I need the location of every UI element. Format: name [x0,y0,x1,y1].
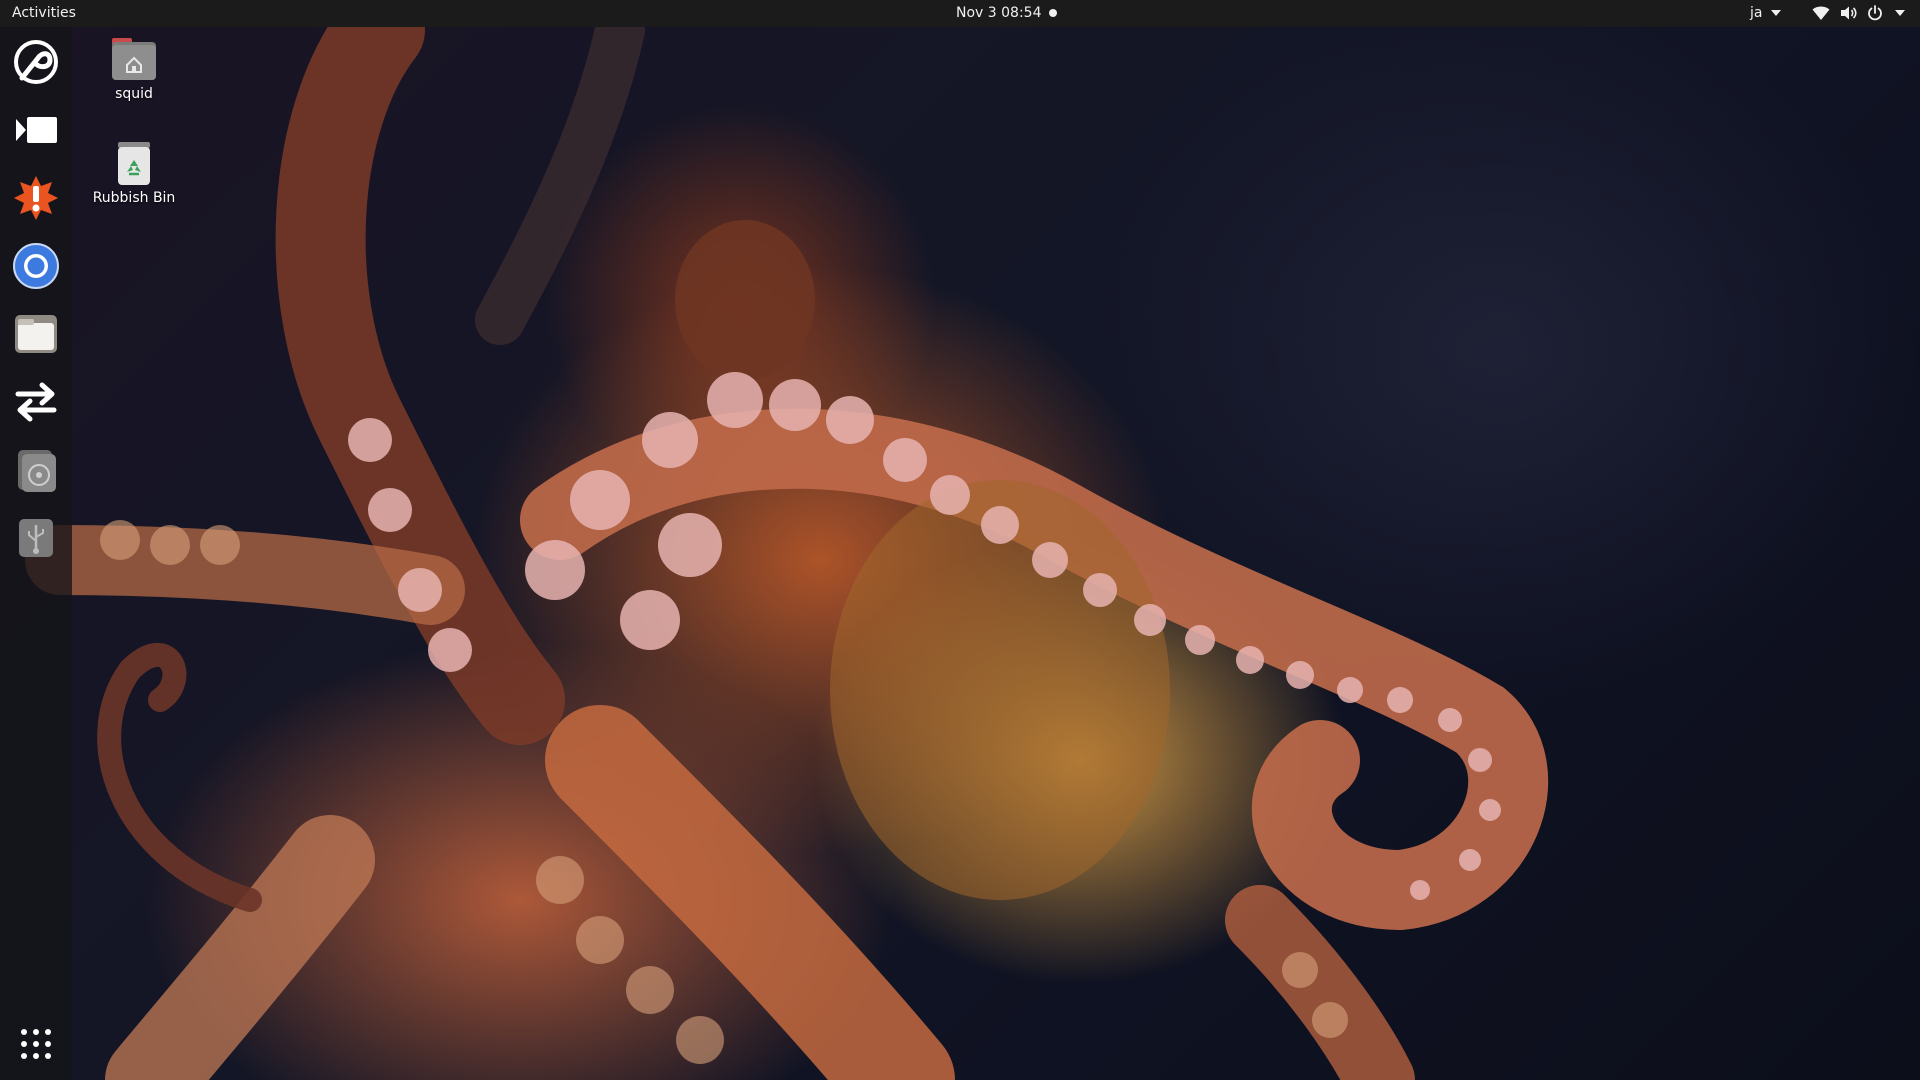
software-updater-alert-icon [14,176,58,220]
dock-item-launcher[interactable] [10,36,62,88]
input-language-indicator[interactable]: ja [1750,5,1762,21]
desktop-icon-label: squid [115,86,153,102]
optical-drive-icon [18,450,56,492]
show-applications-button[interactable] [10,1018,62,1070]
transfer-arrows-icon [15,382,57,422]
volume-icon[interactable] [1840,5,1858,21]
home-folder-icon [112,38,156,80]
input-language-chevron-down-icon[interactable] [1771,10,1781,16]
dock-item-usb-drive[interactable] [10,512,62,564]
files-icon [15,315,57,353]
dock-item-video-player[interactable] [10,104,62,156]
desktop-icon-label: Rubbish Bin [92,190,176,206]
trash-icon [118,142,150,185]
power-icon[interactable] [1867,5,1883,21]
octopus-illustration [25,0,1549,1080]
desktop-screen: Activities Nov 3 08:54 ja squid Rubbish … [0,0,1920,1080]
dock-item-chromium[interactable] [10,240,62,292]
chromium-browser-icon [13,243,59,289]
app-launcher-swirl-icon [14,40,58,84]
dock-item-optical-drive[interactable] [10,444,62,496]
date-time-clock[interactable]: Nov 3 08:54 [956,5,1041,21]
desktop-wallpaper [0,0,1920,1080]
system-menu-chevron-down-icon[interactable] [1895,10,1905,16]
dock-item-files[interactable] [10,308,62,360]
usb-drive-icon [19,519,53,557]
notification-dot-icon [1049,9,1057,17]
video-player-icon [16,117,57,143]
desktop-icon-home-folder[interactable]: squid [84,36,184,102]
dock-item-transfer[interactable] [10,376,62,428]
wifi-icon[interactable] [1812,5,1830,21]
activities-button[interactable]: Activities [12,5,76,21]
desktop-icon-trash[interactable]: Rubbish Bin [84,140,184,206]
top-bar: Activities Nov 3 08:54 ja [0,0,1920,27]
dock [0,27,72,1080]
dock-item-software-updater[interactable] [10,172,62,224]
grid-icon [21,1029,51,1059]
